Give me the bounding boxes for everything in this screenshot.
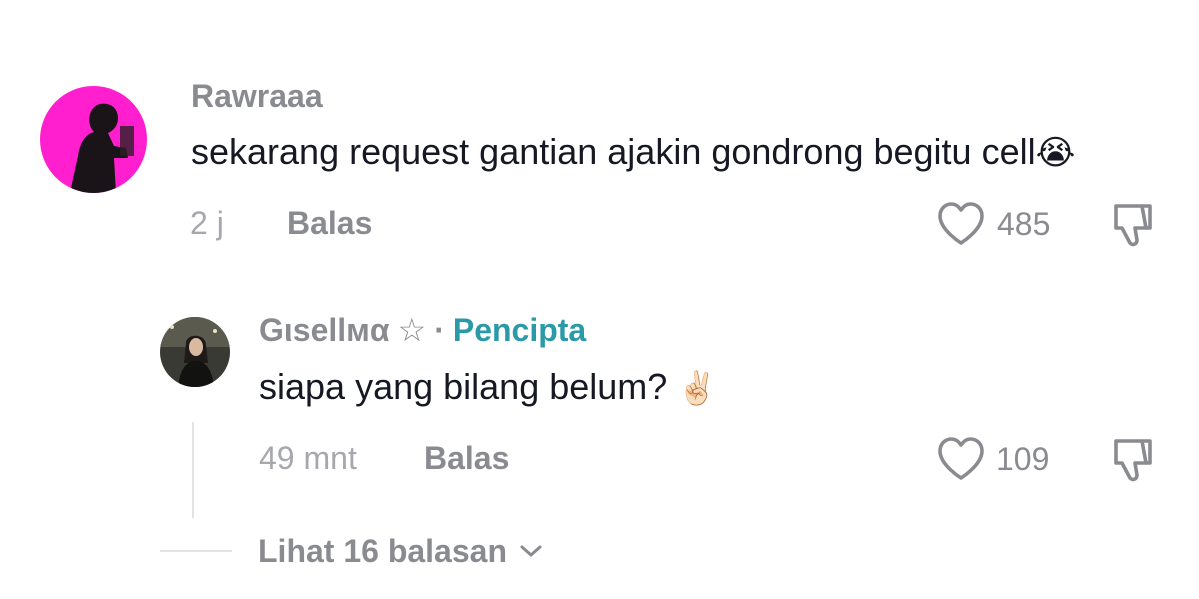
reply-timestamp: 49 mnt <box>259 440 357 476</box>
reply-username[interactable]: Gιsellмα <box>259 314 390 346</box>
reply-like-button[interactable] <box>936 436 986 482</box>
dislike-icon <box>1114 439 1152 482</box>
star-icon: ☆ <box>397 312 427 348</box>
reply-avatar[interactable] <box>160 317 230 387</box>
view-replies-divider <box>160 550 232 552</box>
reply-button[interactable]: Balas <box>287 207 372 239</box>
thread-line <box>192 422 194 518</box>
commenter-avatar[interactable] <box>40 86 147 193</box>
reply-like-count: 109 <box>996 441 1050 477</box>
comment-text-row: sekarang request gantian ajakin gondrong… <box>191 131 1076 172</box>
like-button[interactable] <box>936 201 986 247</box>
chevron-down-icon <box>520 545 542 557</box>
creator-badge: Pencipta <box>452 312 587 348</box>
heart-icon <box>938 202 984 245</box>
comment-text: sekarang request gantian ajakin gondrong… <box>191 131 1036 172</box>
reply-header: Gιsellмα ☆ · Pencipta <box>259 314 586 346</box>
view-replies-label: Lihat 16 balasan <box>258 533 507 569</box>
comment-timestamp: 2 j <box>190 205 224 241</box>
reply-text-row: siapa yang bilang belum? ✌🏻 <box>259 369 717 405</box>
heart-icon <box>938 437 984 480</box>
victory-hand-emoji: ✌🏻 <box>677 370 718 406</box>
like-count: 485 <box>997 206 1051 242</box>
commenter-avatar-image <box>40 86 147 193</box>
dislike-button[interactable] <box>1108 200 1158 250</box>
reply-avatar-image <box>160 317 230 387</box>
dislike-icon <box>1114 204 1152 247</box>
reply-text: siapa yang bilang belum? <box>259 366 668 407</box>
commenter-username[interactable]: Rawraaa <box>191 80 323 112</box>
reply-dislike-button[interactable] <box>1108 435 1158 485</box>
view-replies-button[interactable]: Lihat 16 balasan <box>258 535 543 567</box>
header-separator: · <box>434 312 445 348</box>
crying-emoji: 😭 <box>1035 134 1076 172</box>
reply-reply-button[interactable]: Balas <box>424 442 509 474</box>
